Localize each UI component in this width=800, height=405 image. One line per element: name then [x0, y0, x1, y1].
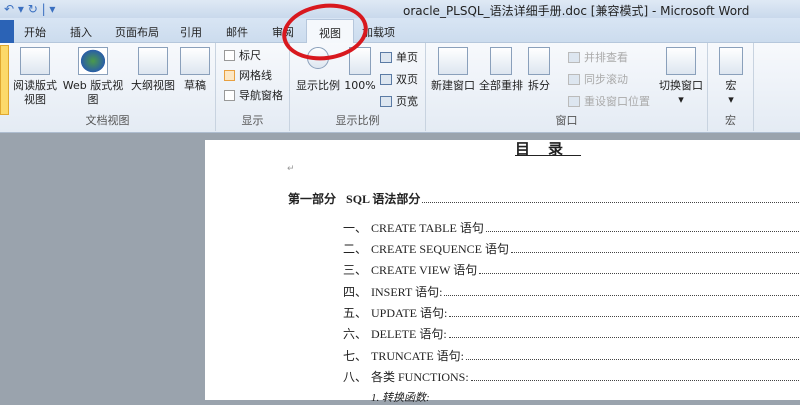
- switch-windows-icon: [666, 47, 696, 75]
- tab-references[interactable]: 引用: [180, 24, 202, 40]
- window-title: oracle_PLSQL_语法详细手册.doc [兼容模式] - Microso…: [403, 4, 750, 18]
- group-label: 文档视图: [85, 114, 130, 127]
- reading-layout-button[interactable]: 阅读版式 视图: [10, 47, 60, 107]
- outline-button[interactable]: 大纲视图: [128, 47, 178, 93]
- quick-access-toolbar[interactable]: ↶ ▾ ↻ | ▾: [4, 2, 55, 16]
- ribbon-tabs: 开始 插入 页面布局 引用 邮件 审阅 视图 加载项: [0, 18, 800, 43]
- switch-windows-button[interactable]: 切换窗口 ▾: [656, 47, 706, 107]
- toc-item[interactable]: 三、 CREATE VIEW 语句: [343, 261, 800, 278]
- arrange-all-button[interactable]: 全部重排: [478, 47, 524, 93]
- reset-window-position-button[interactable]: 重设窗口位置: [568, 93, 650, 109]
- outline-icon: [138, 47, 168, 75]
- toc-item[interactable]: 二、 CREATE SEQUENCE 语句: [343, 240, 800, 257]
- toc-item[interactable]: 八、 各类 FUNCTIONS:: [343, 368, 800, 385]
- split-icon: [528, 47, 550, 75]
- globe-icon: [78, 47, 108, 75]
- toc-subitem[interactable]: 1. 转换函数:: [371, 389, 430, 405]
- toc-item[interactable]: 六、 DELETE 语句:: [343, 325, 800, 342]
- toc-part[interactable]: 第一部分 SQL 语法部分: [288, 190, 800, 207]
- toc-item[interactable]: 五、 UPDATE 语句:: [343, 304, 800, 321]
- file-tab[interactable]: [0, 20, 14, 43]
- ruler-checkbox[interactable]: 标尺: [224, 47, 261, 63]
- two-pages-icon: [380, 73, 392, 85]
- page-width-icon: [380, 95, 392, 107]
- title-bar: ↶ ▾ ↻ | ▾ oracle_PLSQL_语法详细手册.doc [兼容模式]…: [0, 0, 800, 18]
- toc-heading: 目录: [515, 140, 582, 158]
- group-macros: 宏 ▾ 宏: [708, 43, 754, 131]
- ribbon: 阅读版式 视图 Web 版式视图 大纲视图 草稿 文档视图 标尺 网格线 导航窗…: [0, 43, 800, 133]
- tab-page-layout[interactable]: 页面布局: [115, 24, 159, 40]
- view-side-by-side-button[interactable]: 并排查看: [568, 49, 628, 65]
- one-page-button[interactable]: 单页: [380, 49, 418, 65]
- group-label: 显示比例: [335, 114, 380, 127]
- tab-insert[interactable]: 插入: [70, 24, 92, 40]
- web-layout-button[interactable]: Web 版式视图: [58, 47, 128, 107]
- macro-icon: [719, 47, 743, 75]
- print-layout-button[interactable]: [0, 45, 9, 115]
- draft-icon: [180, 47, 210, 75]
- group-window: 新建窗口 全部重排 拆分 并排查看 同步滚动 重设窗口位置 切换窗口 ▾ 窗口: [426, 43, 708, 131]
- new-window-icon: [438, 47, 468, 75]
- group-show: 标尺 网格线 导航窗格 显示: [216, 43, 290, 131]
- document-page[interactable]: 目录 ↵ 第一部分 SQL 语法部分 一、 CREATE TABLE 语句 二、 CR…: [205, 140, 800, 404]
- paragraph-mark: ↵: [287, 164, 295, 174]
- macros-button[interactable]: 宏 ▾: [716, 47, 746, 107]
- gridlines-checkbox[interactable]: 网格线: [224, 67, 272, 83]
- arrange-all-icon: [490, 47, 512, 75]
- split-button[interactable]: 拆分: [524, 47, 554, 93]
- tab-mailings[interactable]: 邮件: [226, 24, 248, 40]
- group-label: 显示: [241, 114, 264, 127]
- group-document-views: 阅读版式 视图 Web 版式视图 大纲视图 草稿 文档视图: [0, 43, 216, 131]
- group-label: 宏: [725, 114, 736, 127]
- page-width-button[interactable]: 页宽: [380, 93, 418, 109]
- book-icon: [20, 47, 50, 75]
- one-page-icon: [380, 51, 392, 63]
- tab-home[interactable]: 开始: [24, 24, 46, 40]
- toc-item[interactable]: 七、 TRUNCATE 语句:: [343, 347, 800, 364]
- sync-scroll-button[interactable]: 同步滚动: [568, 71, 628, 87]
- navigation-pane-checkbox[interactable]: 导航窗格: [224, 87, 283, 103]
- draft-button[interactable]: 草稿: [178, 47, 212, 93]
- two-pages-button[interactable]: 双页: [380, 71, 418, 87]
- new-window-button[interactable]: 新建窗口: [428, 47, 478, 93]
- toc-item[interactable]: 四、 INSERT 语句:: [343, 283, 800, 300]
- group-label: 窗口: [555, 114, 578, 127]
- toc-item[interactable]: 一、 CREATE TABLE 语句: [343, 219, 800, 236]
